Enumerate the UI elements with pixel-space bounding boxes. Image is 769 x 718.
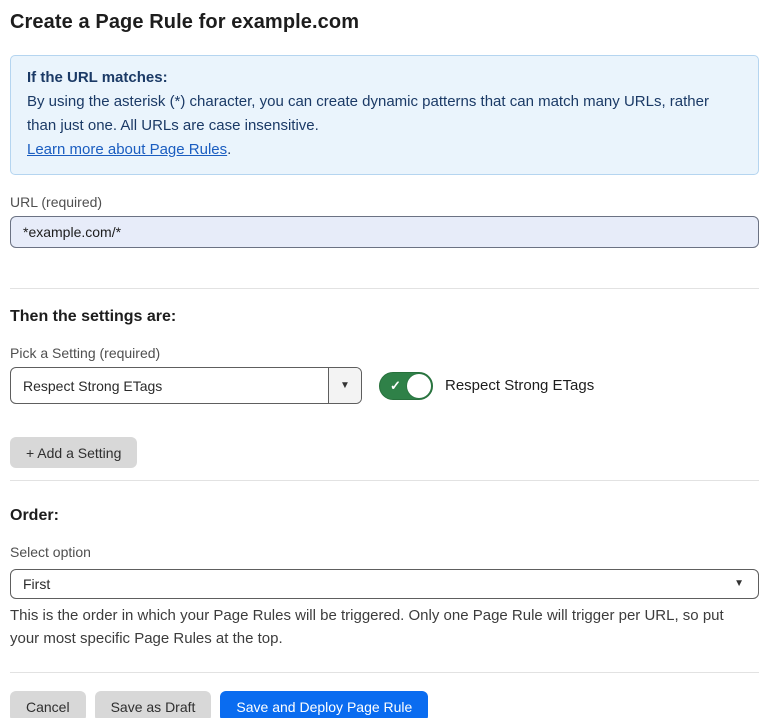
learn-more-link[interactable]: Learn more about Page Rules xyxy=(27,141,227,158)
footer-actions: Cancel Save as Draft Save and Deploy Pag… xyxy=(10,691,759,718)
order-select-label: Select option xyxy=(10,544,759,560)
setting-toggle-label: Respect Strong ETags xyxy=(445,377,594,394)
info-heading: If the URL matches: xyxy=(27,66,742,90)
setting-select-value: Respect Strong ETags xyxy=(11,368,328,403)
setting-select-arrow-box[interactable]: ▼ xyxy=(328,368,361,403)
order-section-heading: Order: xyxy=(10,507,759,525)
settings-section-heading: Then the settings are: xyxy=(10,308,759,326)
url-field-label: URL (required) xyxy=(10,194,759,210)
setting-picker-row: Respect Strong ETags ▼ ✓ Respect Strong … xyxy=(10,367,759,404)
url-match-info-callout: If the URL matches: By using the asteris… xyxy=(10,55,759,175)
section-divider xyxy=(10,288,759,289)
page-title: Create a Page Rule for example.com xyxy=(10,11,759,34)
chevron-down-icon: ▼ xyxy=(734,579,744,589)
save-draft-button[interactable]: Save as Draft xyxy=(95,691,212,718)
toggle-knob xyxy=(407,374,431,398)
url-input[interactable] xyxy=(10,216,759,248)
save-deploy-button[interactable]: Save and Deploy Page Rule xyxy=(220,691,428,718)
cancel-button[interactable]: Cancel xyxy=(10,691,86,718)
add-setting-button[interactable]: + Add a Setting xyxy=(10,437,137,468)
footer-divider xyxy=(10,672,759,673)
setting-toggle-group: ✓ Respect Strong ETags xyxy=(379,372,594,400)
page-rule-form: Create a Page Rule for example.com If th… xyxy=(0,11,769,718)
chevron-down-icon: ▼ xyxy=(340,381,350,391)
check-icon: ✓ xyxy=(390,378,401,394)
info-body: By using the asterisk (*) character, you… xyxy=(27,90,742,138)
order-select[interactable]: First ▼ xyxy=(10,569,759,599)
info-link-line: Learn more about Page Rules. xyxy=(27,138,742,162)
setting-toggle[interactable]: ✓ xyxy=(379,372,433,400)
link-suffix: . xyxy=(227,141,231,158)
setting-select[interactable]: Respect Strong ETags ▼ xyxy=(10,367,362,404)
setting-picker-label: Pick a Setting (required) xyxy=(10,345,759,361)
section-divider xyxy=(10,480,759,481)
order-select-value: First xyxy=(23,576,50,592)
order-help-text: This is the order in which your Page Rul… xyxy=(10,604,755,650)
